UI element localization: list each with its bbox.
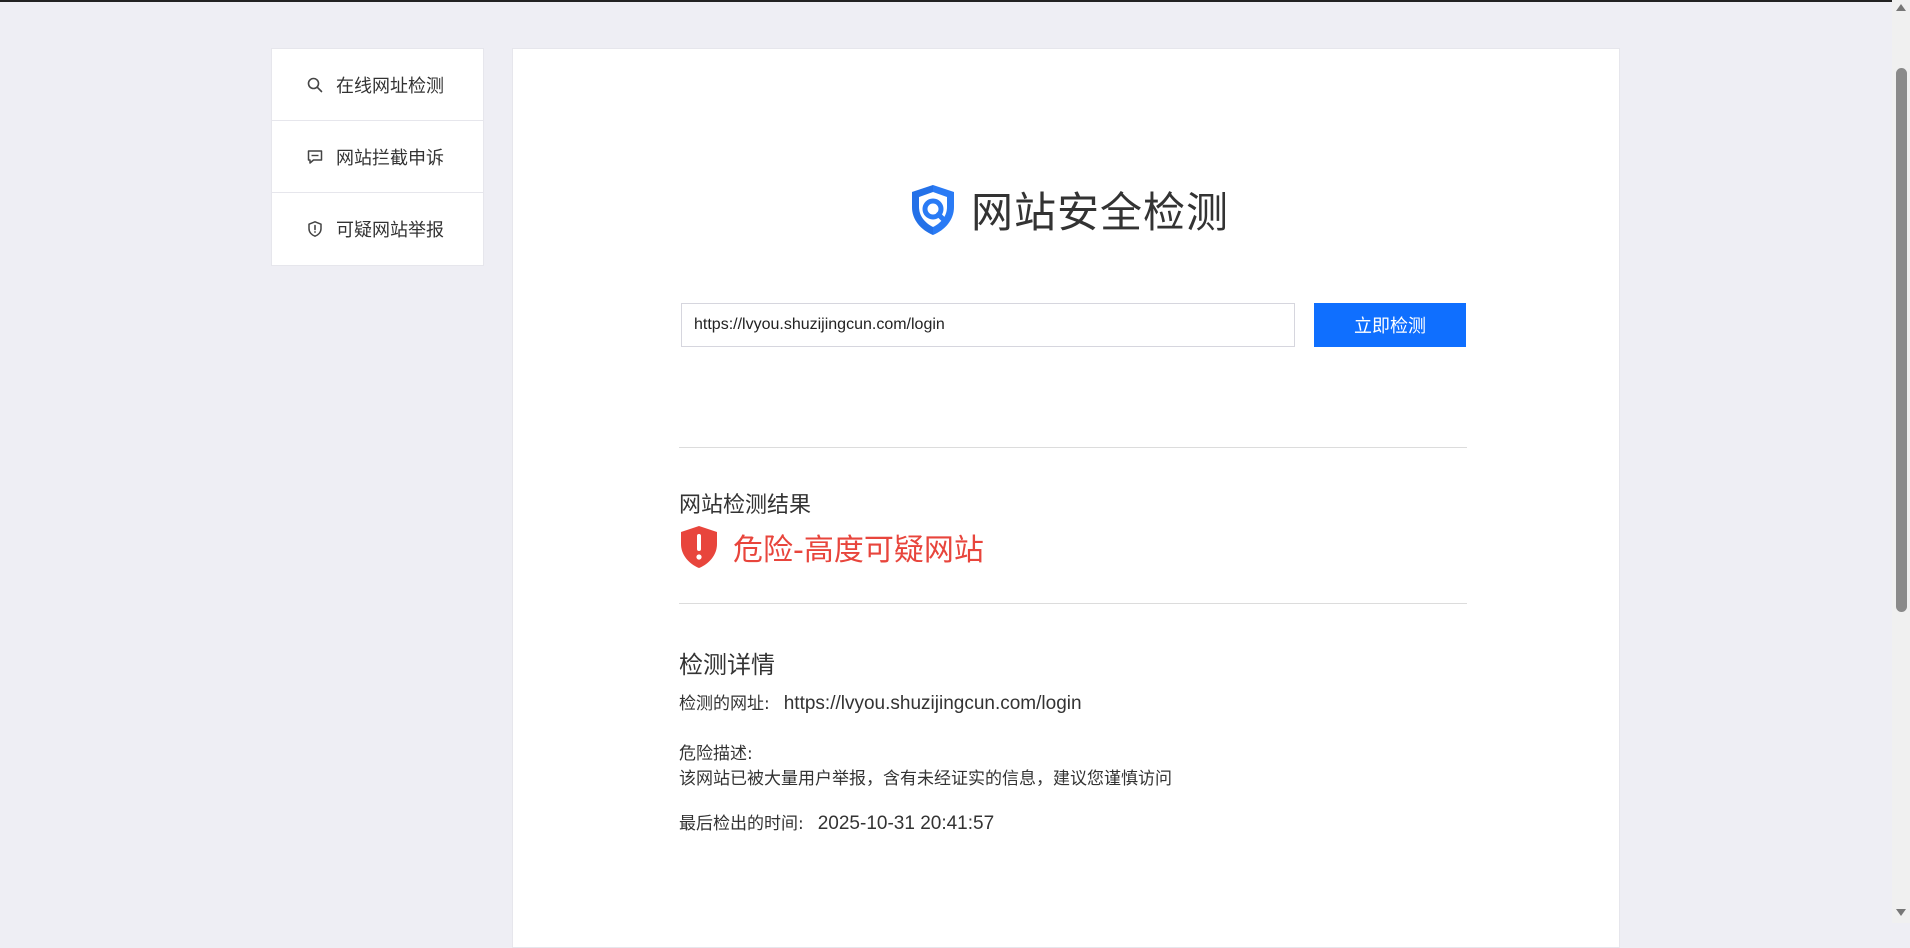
last-detected-time-label: 最后检出的时间: bbox=[679, 814, 804, 834]
chat-icon bbox=[306, 148, 324, 166]
divider bbox=[679, 447, 1467, 448]
window-top-border bbox=[0, 0, 1892, 2]
last-detected-time-row: 最后检出的时间: 2025-10-31 20:41:57 bbox=[679, 809, 994, 835]
sidebar-item-url-check[interactable]: 在线网址检测 bbox=[272, 49, 483, 121]
page-title: 网站安全检测 bbox=[971, 188, 1230, 237]
sidebar-item-report[interactable]: 可疑网站举报 bbox=[272, 193, 483, 265]
sidebar: 在线网址检测 网站拦截申诉 可疑网站举报 bbox=[271, 48, 484, 266]
detected-url-row: 检测的网址: https://lvyou.shuzijingcun.com/log… bbox=[679, 689, 1082, 715]
shield-alert-icon bbox=[306, 220, 324, 238]
risk-description-label: 危险描述: bbox=[679, 744, 753, 764]
result-status: 危险-高度可疑网站 bbox=[679, 525, 984, 569]
danger-shield-icon bbox=[679, 525, 719, 569]
sidebar-item-appeal[interactable]: 网站拦截申诉 bbox=[272, 121, 483, 193]
details-section-title: 检测详情 bbox=[679, 651, 775, 679]
detect-now-button[interactable]: 立即检测 bbox=[1314, 303, 1466, 347]
risk-level-label: 危险-高度可疑网站 bbox=[733, 533, 984, 568]
detected-url-label: 检测的网址: bbox=[679, 694, 770, 714]
risk-description-text: 该网站已被大量用户举报，含有未经证实的信息，建议您谨慎访问 bbox=[679, 769, 1172, 789]
scrollbar-thumb[interactable] bbox=[1896, 68, 1907, 612]
vertical-scrollbar[interactable] bbox=[1892, 0, 1910, 923]
sidebar-item-label: 网站拦截申诉 bbox=[336, 147, 444, 169]
divider bbox=[679, 603, 1467, 604]
sidebar-item-label: 可疑网站举报 bbox=[336, 220, 444, 241]
result-section-title: 网站检测结果 bbox=[679, 493, 812, 518]
sidebar-item-label: 在线网址检测 bbox=[336, 75, 444, 97]
search-icon bbox=[306, 76, 324, 94]
scroll-down-arrow-icon[interactable] bbox=[1896, 909, 1906, 916]
last-detected-time-value: 2025-10-31 20:41:57 bbox=[817, 813, 995, 834]
detected-url-value: https://lvyou.shuzijingcun.com/login bbox=[783, 693, 1082, 714]
main-panel: 网站安全检测 立即检测 网站检测结果 危险-高度可疑网站 检测详情 检测的网址:… bbox=[512, 48, 1620, 948]
security-shield-logo-icon bbox=[905, 182, 961, 238]
search-bar: 立即检测 bbox=[681, 303, 1466, 347]
url-input[interactable] bbox=[681, 303, 1295, 347]
scroll-up-arrow-icon[interactable] bbox=[1896, 4, 1906, 11]
brand-header: 网站安全检测 bbox=[905, 179, 1229, 240]
